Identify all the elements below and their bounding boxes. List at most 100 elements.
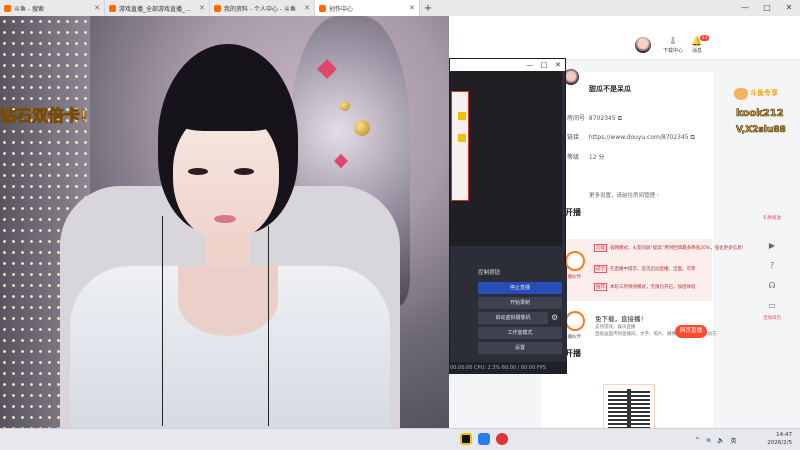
pink-bow-icon [317, 59, 337, 79]
obs-preview-canvas[interactable] [450, 71, 562, 246]
minimize-button[interactable]: — [734, 0, 756, 16]
tab-title: 游戏直播_全部游戏直播_斗鱼直播 [119, 5, 197, 13]
tab-close-icon[interactable]: ✕ [409, 4, 415, 12]
obs-title-bar: — □ ✕ [450, 59, 565, 71]
room-url-value[interactable]: https://www.douyu.com/8702345 [589, 134, 689, 141]
room-url-row: 链接 https://www.douyu.com/8702345 ⧉ [567, 132, 695, 142]
download-icon: ⇩ [669, 37, 677, 47]
tab-close-icon[interactable]: ✕ [304, 4, 310, 12]
obs-minimize-button[interactable]: — [523, 59, 537, 71]
download-desc-line: 支持游戏，娱乐直播 [595, 325, 636, 330]
live-section-title: 开播 [565, 208, 581, 217]
tip-text: 在直播中提示、首次启动直播，全面。可参 [610, 267, 696, 272]
ornament-icon [340, 101, 350, 111]
download-title: 免下载，直接播！ [595, 315, 647, 323]
obs-close-button[interactable]: ✕ [551, 59, 565, 71]
start-virtual-camera-button[interactable]: 启动虚拟摄像机 [478, 312, 548, 324]
streamer-bangs [168, 71, 286, 131]
stream-video: 钻石双倍卡! [0, 16, 449, 428]
cat-mascot-icon [734, 88, 748, 100]
wifi-icon[interactable]: ≋ [706, 437, 711, 444]
obs-maximize-button[interactable]: □ [537, 59, 551, 71]
room-id-row: 房间号 8702345 ⧉ [567, 113, 622, 123]
tab-title: 斗鱼 - 搜索 [14, 5, 44, 13]
download-center-link[interactable]: ⇩ 下载中心 [662, 37, 684, 55]
new-tab-button[interactable]: + [420, 3, 436, 14]
system-tray: ^ ≋ 🔈 英 [695, 429, 743, 450]
earphone-cable [268, 226, 269, 426]
browser-tab-bar: 斗鱼 - 搜索 ✕ 游戏直播_全部游戏直播_斗鱼直播 ✕ 我的资料 - 个人中心… [0, 0, 800, 16]
room-id-label: 房间号 [567, 115, 586, 122]
copy-icon[interactable]: ⧉ [691, 134, 695, 141]
tab-game-live[interactable]: 游戏直播_全部游戏直播_斗鱼直播 ✕ [105, 0, 210, 16]
input-language[interactable]: 英 [731, 436, 737, 445]
monitor-icon[interactable]: ▭ [762, 296, 782, 316]
douyu-favicon-icon [109, 4, 116, 12]
obs-app-icon[interactable] [496, 433, 508, 445]
sticker-line-2: kook212 [736, 108, 784, 120]
tab-creator-center[interactable]: 创作中心 ✕ [315, 0, 420, 16]
settings-button[interactable]: 设置 [478, 342, 562, 354]
tab-close-icon[interactable]: ✕ [199, 4, 205, 12]
stop-streaming-button[interactable]: 停止直播 [478, 282, 562, 294]
qr-code-image [608, 389, 650, 429]
preview-thumbnail [451, 91, 469, 201]
start-recording-button[interactable]: 开始录制 [478, 297, 562, 309]
window-controls: — □ ✕ [734, 0, 800, 16]
lips [214, 215, 236, 223]
activity-calendar-link[interactable]: 活动日历 [762, 316, 782, 336]
close-window-button[interactable]: ✕ [778, 0, 800, 16]
level-suffix: 分 [598, 154, 605, 161]
chevron-up-icon[interactable]: ^ [695, 437, 700, 444]
tab-search[interactable]: 斗鱼 - 搜索 ✕ [0, 0, 105, 16]
obs-window: — □ ✕ 控制按钮 停止直播 开始录制 启动虚拟摄像机 ⚙ 工作室模式 设置 … [449, 58, 567, 374]
tip-tag: 提示 [594, 265, 607, 273]
douyu-favicon-icon [214, 4, 221, 12]
help-icon[interactable]: ? [762, 256, 782, 276]
tip-text: 弱网模式，火友同屏“提高”用时回调最多降低20%，强化更多信息！ [610, 246, 747, 251]
preview-marker [458, 134, 466, 142]
download-partner-badge-icon [565, 311, 585, 331]
clock-time: 14:47 [776, 432, 792, 438]
maximize-button[interactable]: □ [756, 0, 778, 16]
taskbar: ^ ≋ 🔈 英 14:47 2026/2/5 [0, 428, 800, 450]
douyu-favicon-icon [319, 4, 326, 12]
gear-icon[interactable]: ⚙ [551, 313, 558, 322]
level-label: 等级 [567, 154, 580, 161]
douyu-favicon-icon [4, 4, 11, 12]
overlay-sticker: 斗鱼专享 kook212 V,X2slu88 [734, 88, 800, 156]
room-url-label: 链接 [567, 134, 580, 141]
user-avatar[interactable] [635, 37, 651, 53]
app-icon[interactable] [460, 433, 472, 445]
pink-bow-icon [333, 153, 349, 169]
screen: 斗鱼 - 搜索 ✕ 游戏直播_全部游戏直播_斗鱼直播 ✕ 我的资料 - 个人中心… [0, 0, 800, 450]
right-eye [234, 168, 254, 175]
earphone-cable [162, 216, 163, 426]
headset-icon[interactable]: ☊ [762, 276, 782, 296]
tab-close-icon[interactable]: ✕ [94, 4, 100, 12]
live-tip-row: 提示 在直播中提示、首次启动直播，全面。可参 [594, 265, 696, 273]
play-icon[interactable]: ▶ [762, 236, 782, 256]
tab-my-profile[interactable]: 我的资料 - 个人中心 - 斗鱼 ✕ [210, 0, 315, 16]
browser-icon[interactable] [478, 433, 490, 445]
copy-icon[interactable]: ⧉ [618, 115, 622, 122]
live-partner-badge-icon [565, 251, 585, 271]
mobile-section-title: 开播 [565, 349, 581, 358]
sticker-line-1: 斗鱼专享 [750, 89, 778, 97]
tip-text: 本轮三月保持模式，无限包开启，加倍体验 [610, 285, 696, 290]
volume-icon[interactable]: 🔈 [717, 437, 724, 444]
web-live-button[interactable]: 网页直播 [675, 325, 707, 338]
clock[interactable]: 14:47 2026/2/5 [767, 431, 792, 447]
more-settings-link[interactable]: 更多设置，请前往房间管理 › [589, 191, 659, 199]
tip-tag: 推荐 [594, 283, 607, 291]
sticker-line-3: V,X2slu88 [736, 125, 786, 136]
message-count-badge: 43 [700, 35, 710, 41]
preview-marker [458, 112, 466, 120]
gift-release-link[interactable]: 礼物发放 [762, 216, 782, 236]
studio-mode-button[interactable]: 工作室模式 [478, 327, 562, 339]
obs-status-bar: 00:00:00 CPU: 2.3% 60.00 / 60.00 FPS [450, 362, 567, 374]
tip-tag: 功能 [594, 244, 607, 252]
streamer-name: 甜瓜不是呆瓜 [589, 85, 631, 93]
stream-caption: 钻石双倍卡! [0, 106, 88, 126]
tab-title: 我的资料 - 个人中心 - 斗鱼 [224, 5, 296, 13]
